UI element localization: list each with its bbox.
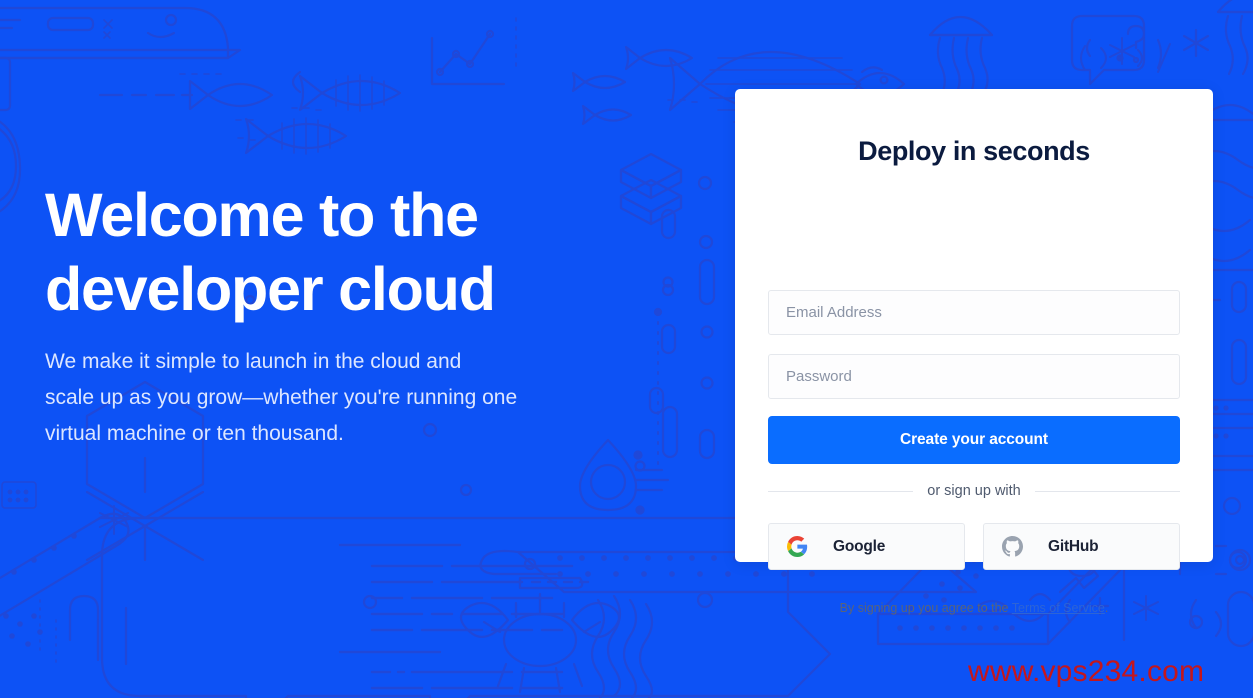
email-field[interactable] (768, 290, 1180, 335)
site-watermark: www.vps234.com (968, 655, 1205, 688)
hero-subtitle: We make it simple to launch in the cloud… (45, 350, 518, 445)
terms-of-service-link[interactable]: Terms of Service (1012, 601, 1105, 615)
signup-card: Deploy in seconds Create your account or… (735, 89, 1213, 615)
divider: or sign up with (768, 483, 1180, 499)
signup-page: Welcome to the developer cloud We make i… (0, 0, 1253, 698)
terms-line: By signing up you agree to the Terms of … (735, 601, 1213, 615)
google-button-label: Google (833, 537, 886, 555)
divider-line-right (1034, 490, 1180, 492)
google-signup-button[interactable]: Google (768, 523, 965, 570)
github-signup-button[interactable]: GitHub (983, 523, 1180, 570)
page-title: Welcome to the developer cloud (45, 181, 496, 323)
divider-line-left (768, 490, 914, 492)
divider-label: or sign up with (927, 483, 1021, 499)
terms-prefix: By signing up you agree to the (839, 601, 1012, 615)
google-icon (787, 536, 808, 557)
github-icon (1002, 536, 1023, 557)
password-field[interactable] (768, 354, 1180, 399)
hero-section: Welcome to the developer cloud We make i… (45, 178, 655, 452)
create-account-button[interactable]: Create your account (768, 416, 1180, 464)
signup-card-title: Deploy in seconds (858, 136, 1090, 166)
github-button-label: GitHub (1048, 537, 1099, 555)
terms-suffix: . (1104, 601, 1109, 615)
